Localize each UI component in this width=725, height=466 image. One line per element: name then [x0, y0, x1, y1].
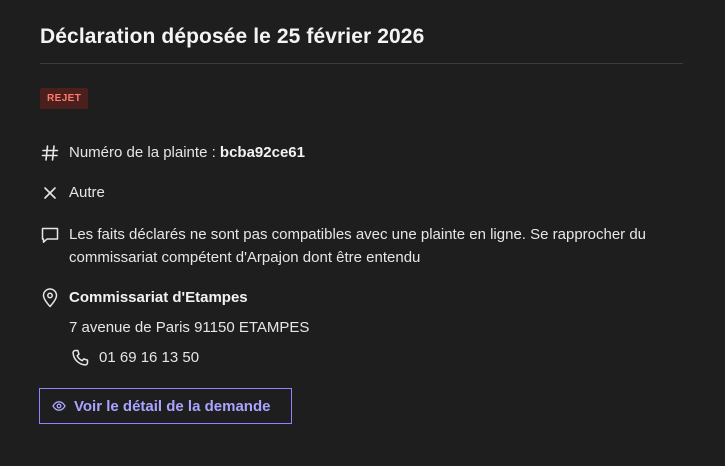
station-row: Commissariat d'Etampes [40, 286, 248, 309]
complaint-number-value: bcba92ce61 [219, 144, 305, 161]
declaration-card: Déclaration déposée le 25 février 2026 R… [0, 0, 725, 466]
map-pin-icon [40, 286, 60, 309]
cross-icon [40, 181, 60, 204]
complaint-type-row: Autre [40, 181, 105, 204]
complaint-type: Autre [69, 184, 105, 201]
complaint-number-row: Numéro de la plainte : bcba92ce61 [40, 141, 305, 164]
status-badge: REJET [40, 88, 89, 109]
view-request-detail-label: Voir le détail de la demande [74, 397, 271, 415]
hash-icon [40, 141, 60, 164]
station-phone-row: 01 69 16 13 50 [69, 346, 199, 369]
title-divider [40, 63, 683, 64]
station-name: Commissariat d'Etampes [69, 289, 248, 306]
station-phone: 01 69 16 13 50 [99, 349, 200, 366]
message-icon [40, 223, 60, 246]
station-address: 7 avenue de Paris 91150 ETAMPES [69, 319, 310, 336]
view-request-detail-button[interactable]: Voir le détail de la demande [39, 388, 292, 424]
eye-icon [52, 399, 66, 413]
rejection-reason-row: Les faits déclarés ne sont pas compatibl… [40, 223, 680, 269]
complaint-number-label: Numéro de la plainte : [69, 144, 220, 161]
rejection-reason: Les faits déclarés ne sont pas compatibl… [69, 226, 647, 266]
phone-icon [69, 346, 91, 369]
declaration-title: Déclaration déposée le 25 février 2026 [40, 25, 425, 48]
